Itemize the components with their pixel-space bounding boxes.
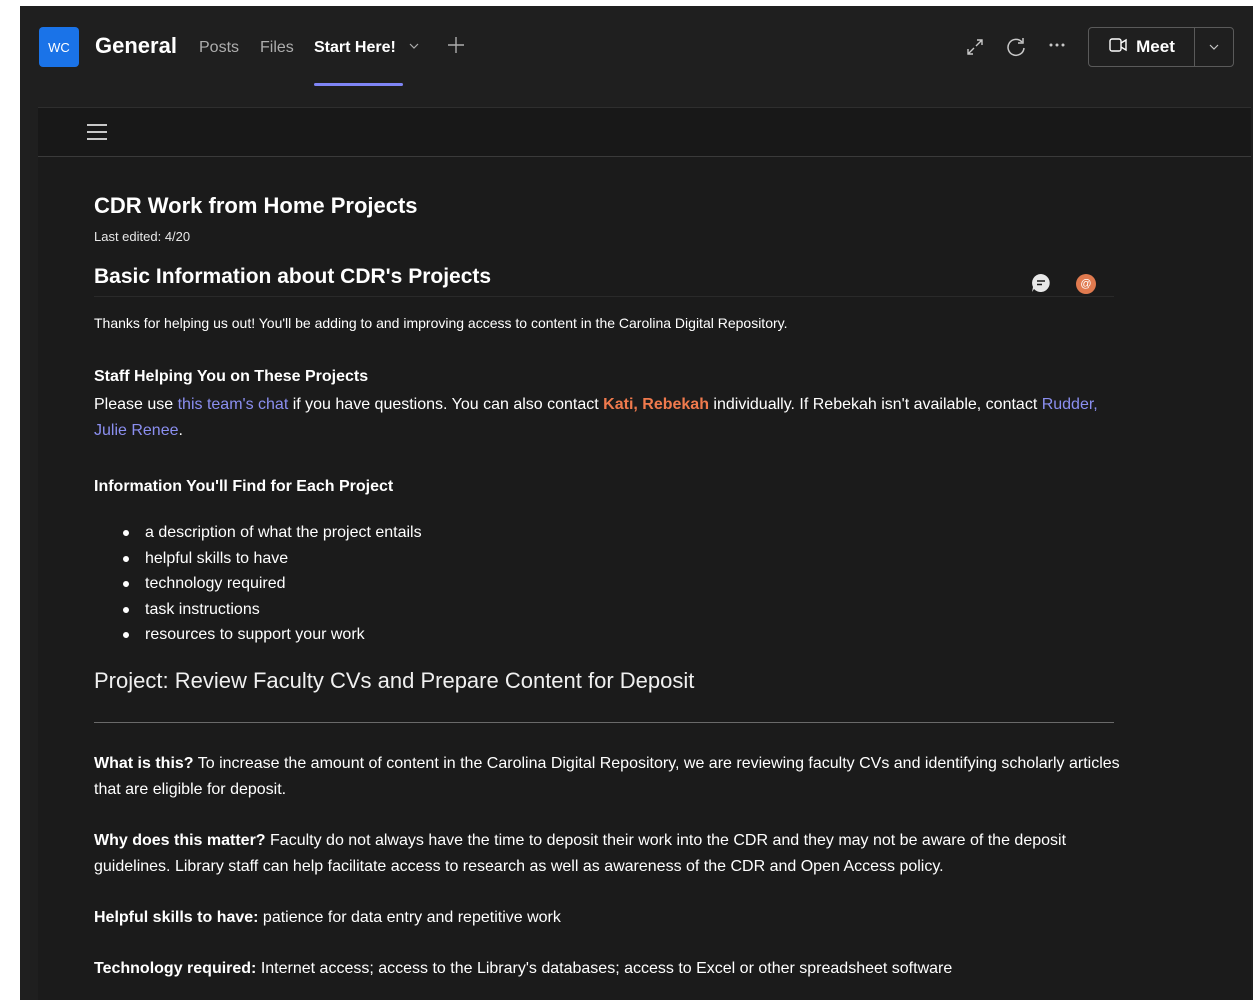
tab-content-frame: CDR Work from Home Projects Last edited:… (38, 107, 1251, 1000)
staff-paragraph: Please use this team's chat if you have … (94, 396, 1098, 439)
tab-posts[interactable]: Posts (199, 39, 239, 57)
info-list: a description of what the project entail… (94, 520, 422, 648)
project-heading: Project: Review Faculty CVs and Prepare … (94, 668, 695, 693)
team-chat-link[interactable]: this team's chat (178, 396, 289, 413)
page-toolbar (38, 108, 1251, 157)
heading-divider (94, 296, 1114, 297)
channel-header: WC General Posts Files Start Here! Meet (20, 6, 1253, 88)
what-paragraph: What is this? To increase the amount of … (94, 755, 1120, 798)
meet-options-button[interactable] (1195, 28, 1233, 66)
list-item: task instructions (94, 597, 422, 623)
list-item: technology required (94, 571, 422, 597)
add-icon[interactable] (447, 33, 465, 61)
meet-button[interactable]: Meet (1089, 28, 1195, 66)
intro-text: Thanks for helping us out! You'll be add… (94, 315, 788, 331)
meet-label: Meet (1136, 37, 1175, 56)
active-tab-indicator (314, 83, 403, 86)
chevron-down-icon (1209, 44, 1219, 50)
tab-start-here[interactable]: Start Here! (314, 39, 396, 57)
list-item: helpful skills to have (94, 546, 422, 572)
last-edited-label: Last edited: 4/20 (94, 229, 191, 244)
staff-heading: Staff Helping You on These Projects (94, 368, 369, 385)
page-title: CDR Work from Home Projects (94, 193, 418, 218)
project-divider (94, 722, 1114, 723)
team-avatar[interactable]: WC (39, 27, 79, 67)
section-heading: Basic Information about CDR's Projects (94, 265, 492, 288)
tab-files[interactable]: Files (260, 39, 294, 57)
video-icon (1108, 36, 1128, 59)
teams-window: WC General Posts Files Start Here! Meet (20, 6, 1253, 1000)
info-heading: Information You'll Find for Each Project (94, 478, 394, 495)
expand-icon[interactable] (962, 34, 988, 60)
chevron-down-icon[interactable] (409, 40, 419, 54)
more-icon[interactable] (1044, 32, 1070, 58)
meet-button-group: Meet (1088, 27, 1234, 67)
mention-kati[interactable]: Kati (603, 396, 633, 413)
comment-icon[interactable] (1030, 272, 1052, 294)
channel-title: General (95, 33, 177, 58)
list-item: resources to support your work (94, 622, 422, 648)
why-paragraph: Why does this matter? Faculty do not alw… (94, 832, 1067, 875)
hamburger-menu-icon[interactable] (87, 124, 107, 140)
mention-rebekah[interactable]: Rebekah (642, 396, 709, 413)
mention-icon[interactable]: @ (1076, 274, 1096, 294)
refresh-icon[interactable] (1003, 34, 1029, 60)
skills-paragraph: Helpful skills to have: patience for dat… (94, 909, 561, 926)
list-item: a description of what the project entail… (94, 520, 422, 546)
tech-paragraph: Technology required: Internet access; ac… (94, 960, 953, 977)
